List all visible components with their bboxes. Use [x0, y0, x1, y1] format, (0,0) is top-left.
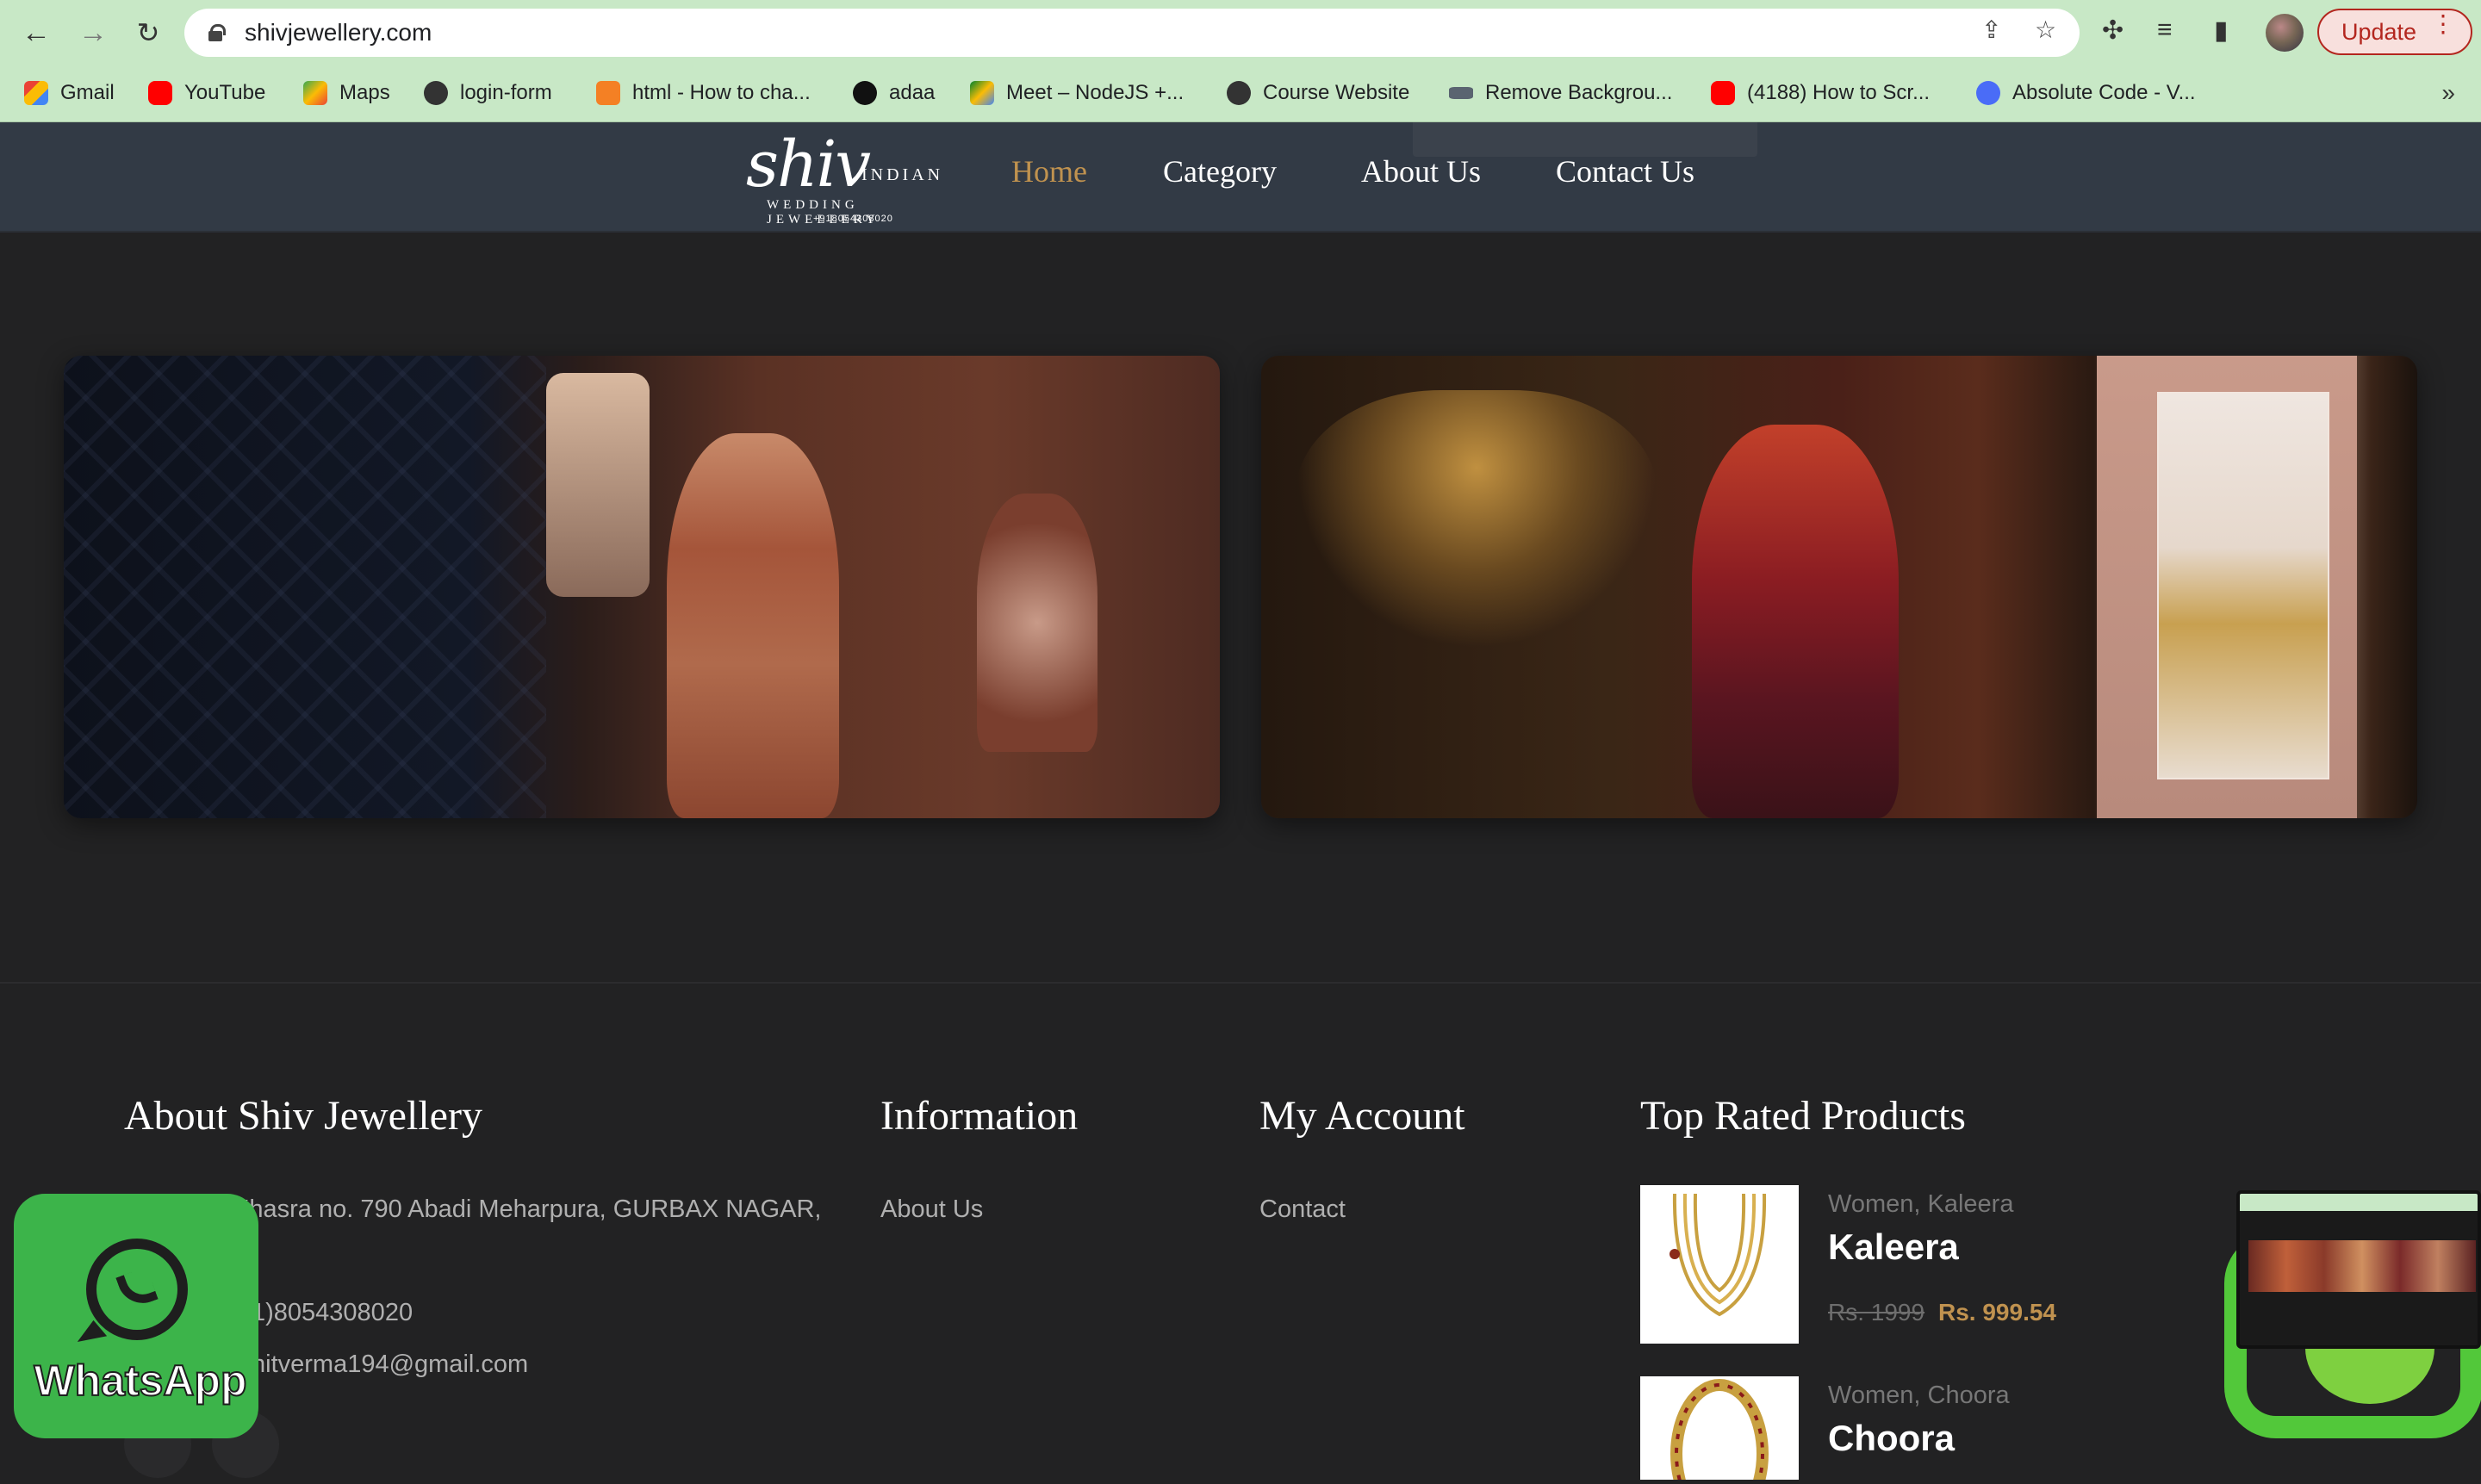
product-category: Women, Kaleera [1828, 1190, 2014, 1218]
side-panel-icon[interactable]: ▮ [2214, 16, 2229, 46]
share-icon[interactable]: ⇪ [1981, 16, 2001, 44]
phone-text: 1)8054308020 [252, 1299, 414, 1326]
mini-banner-strip [2248, 1240, 2476, 1292]
kebab-menu-icon: ⋮ [2431, 10, 2455, 37]
information-heading: Information [880, 1093, 1079, 1139]
banner-bridal-collection[interactable] [64, 356, 1220, 818]
extensions-icon[interactable]: ✣ [2102, 16, 2123, 46]
youtube-icon [148, 81, 172, 105]
footer-link-contact[interactable]: Contact [1259, 1195, 1346, 1224]
gmail-icon [24, 81, 48, 105]
forward-icon[interactable]: → [74, 14, 112, 52]
product-thumb-choora[interactable] [1640, 1376, 1799, 1484]
footer-divider [0, 982, 2481, 984]
bangle-icon [1670, 1379, 1769, 1484]
bookmark-maps[interactable]: Maps [303, 78, 390, 109]
footer-link-about-us[interactable]: About Us [880, 1195, 983, 1224]
screenshot-thumbnail[interactable] [2236, 1190, 2481, 1349]
whatsapp-label: WhatsApp [33, 1356, 247, 1406]
absolute-code-icon [1976, 81, 2000, 105]
whatsapp-button[interactable]: WhatsApp [14, 1194, 258, 1438]
bookmark-course[interactable]: Course Website [1227, 78, 1409, 109]
embroidery-detail [977, 494, 1097, 752]
mini-browser-bar [2240, 1194, 2478, 1211]
maps-icon [303, 81, 327, 105]
url-text: shivjewellery.com [245, 19, 432, 46]
necklace-icon [1670, 1193, 1767, 1317]
back-icon[interactable]: ← [17, 14, 55, 52]
bookmark-adaa[interactable]: adaa [853, 78, 935, 109]
subscribe-ghost-button [1413, 122, 1757, 157]
bride-figure [667, 433, 839, 818]
browser-toolbar: ← → ↻ shivjewellery.com ⇪ ☆ ✣ ≡ ▮ Update… [0, 0, 2481, 65]
banner-kaleera-collection[interactable] [1261, 356, 2417, 818]
bookmark-remove-bg[interactable]: Remove Backgrou... [1449, 78, 1672, 109]
globe-icon [424, 81, 448, 105]
product-thumb-kaleera[interactable] [1640, 1185, 1799, 1344]
bookmark-gmail[interactable]: Gmail [24, 78, 115, 109]
nav-contact-us[interactable]: Contact Us [1556, 153, 1694, 189]
email-text: hitverma194@gmail.com [252, 1351, 529, 1378]
bookmark-youtube[interactable]: YouTube [148, 78, 265, 109]
logo-word: INDIAN [861, 165, 944, 184]
bookmarks-bar: Gmail YouTube Maps login-form html - How… [0, 65, 2481, 122]
product-name[interactable]: Kaleera [1828, 1226, 1959, 1268]
logo-script: shiv [746, 127, 871, 202]
profile-avatar[interactable] [2266, 14, 2304, 52]
kaleera-left [546, 373, 650, 597]
removebg-icon [1449, 87, 1473, 99]
more-bookmarks-icon[interactable]: » [2441, 79, 2455, 107]
lock-icon [208, 24, 226, 41]
bookmark-html[interactable]: html - How to cha... [596, 78, 811, 109]
kaleera-closeup [2157, 392, 2329, 779]
bride-figure [1692, 425, 1899, 818]
adaa-icon [853, 81, 877, 105]
globe-icon [1227, 81, 1251, 105]
address-text: Khasra no. 790 Abadi Meharpura, GURBAX N… [233, 1195, 822, 1223]
meet-icon [970, 81, 994, 105]
phone-icon [115, 1266, 159, 1311]
chandeliers [1296, 390, 1657, 649]
youtube-icon [1711, 81, 1735, 105]
bookmark-star-icon[interactable]: ☆ [2035, 16, 2056, 44]
product-name[interactable]: Choora [1828, 1418, 1955, 1459]
top-rated-heading: Top Rated Products [1640, 1093, 1966, 1139]
update-label: Update [2341, 18, 2417, 45]
nav-category[interactable]: Category [1163, 153, 1277, 189]
banner-pattern [64, 356, 546, 818]
address-bar[interactable]: shivjewellery.com [184, 9, 2080, 57]
site-logo[interactable]: shiv INDIAN WEDDING JEWELLERY +918054308… [741, 127, 948, 227]
about-heading: About Shiv Jewellery [124, 1093, 482, 1139]
my-account-heading: My Account [1259, 1093, 1465, 1139]
product-old-price: Rs. 1999 [1828, 1299, 1925, 1326]
product-sale-price: Rs. 999.54 [1938, 1299, 2056, 1326]
product-category: Women, Choora [1828, 1382, 2010, 1409]
whatsapp-icon [86, 1239, 188, 1340]
bookmark-meet[interactable]: Meet – NodeJS +... [970, 78, 1184, 109]
bookmark-absolute-code[interactable]: Absolute Code - V... [1976, 78, 2196, 109]
reload-icon[interactable]: ↻ [129, 14, 167, 52]
logo-phone: +918054308020 [813, 214, 893, 224]
reading-list-icon[interactable]: ≡ [2157, 16, 2173, 45]
bookmark-youtube-video[interactable]: (4188) How to Scr... [1711, 78, 1930, 109]
nav-home[interactable]: Home [1011, 153, 1087, 189]
update-button[interactable]: Update ⋮ [2317, 9, 2472, 55]
bookmark-login-form[interactable]: login-form [424, 78, 552, 109]
nav-about-us[interactable]: About Us [1361, 153, 1481, 189]
stackoverflow-icon [596, 81, 620, 105]
